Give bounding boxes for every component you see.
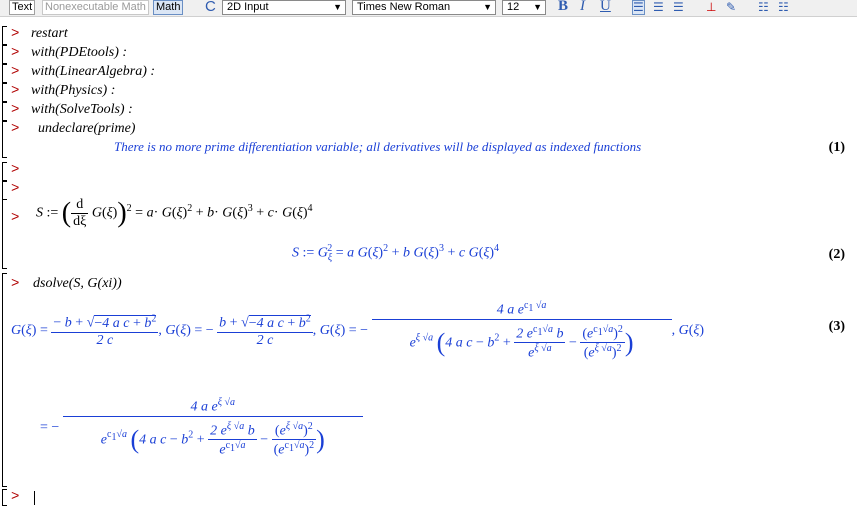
prompt: > [11,181,20,197]
align-center-icon[interactable]: ☰ [653,0,664,14]
command-dsolve[interactable]: dsolve(S, G(xi)) [33,276,122,292]
font-size-value: 12 [507,1,520,13]
execution-group-bracket[interactable] [2,162,7,181]
dsolve-output-line-2: = − 4 a eξ √a ec1√a (4 a c − b2 + 2 eξ √a… [40,397,363,459]
text-mode-button[interactable]: Text [9,0,36,15]
equation-label-1: (1) [828,140,845,155]
align-right-icon[interactable]: ☰ [673,0,684,14]
chevron-down-icon: ▼ [533,2,542,12]
command-undeclare-prime[interactable]: undeclare(prime) [38,121,135,137]
italic-button[interactable]: I [580,0,585,15]
command-with-linearalgebra[interactable]: with(LinearAlgebra) : [31,64,155,80]
execution-group-bracket[interactable] [2,102,7,121]
bold-button[interactable]: B [558,0,568,15]
text-color-icon[interactable]: ⊥ [706,0,716,14]
s-definition-input[interactable]: S := (d dξ G(ξ))2 = a· G(ξ)2 + b· G(ξ)3 +… [36,197,313,230]
underline-button[interactable]: U [600,0,611,15]
font-select[interactable]: Times New Roman ▼ [352,0,496,15]
numbered-list-icon[interactable]: ☷ [778,0,789,14]
equation-label-2: (2) [828,247,845,262]
execution-group-bracket[interactable] [2,181,7,200]
prompt: > [11,121,20,137]
execution-group-bracket[interactable] [2,83,7,102]
dsolve-output-line-1: G(ξ) = − b + √−4 a c + b2 2 c, G(ξ) = − b… [11,300,705,361]
math-mode-button[interactable]: Math [153,0,184,15]
command-with-physics[interactable]: with(Physics) : [31,83,115,99]
command-with-pdetools[interactable]: with(PDEtools) : [31,45,127,61]
bullet-list-icon[interactable]: ☷ [758,0,769,14]
font-size-select[interactable]: 12 ▼ [502,0,546,15]
input-mode-select[interactable]: 2D Input ▼ [222,0,346,15]
equation-label-3: (3) [828,319,845,334]
execution-group-bracket[interactable] [2,199,7,269]
undeclare-output-text: There is no more prime differentiation v… [114,139,642,154]
prompt: > [11,83,20,99]
prompt: > [11,102,20,118]
prompt: > [11,64,20,80]
execution-group-bracket[interactable] [2,64,7,83]
input-mode-icon: C [205,0,216,15]
s-definition-output: S := Gξ2 = a G(ξ)2 + b G(ξ)3 + c G(ξ)4 [292,243,500,264]
prompt: > [11,26,20,42]
prompt: > [11,210,20,226]
command-with-solvetools[interactable]: with(SolveTools) : [31,102,133,118]
input-mode-value: 2D Input [227,1,269,13]
command-restart[interactable]: restart [31,26,68,42]
font-value: Times New Roman [357,1,451,13]
execution-group-bracket[interactable] [2,273,7,487]
chevron-down-icon: ▼ [483,2,492,12]
format-toolbar: Text Nonexecutable Math Math C 2D Input … [0,0,857,17]
align-left-icon[interactable]: ☰ [632,0,645,15]
execution-group-bracket[interactable] [2,45,7,64]
prompt: > [11,276,20,292]
prompt: > [11,162,20,178]
highlight-icon[interactable]: ✎ [726,0,736,14]
execution-group-bracket[interactable] [2,489,7,506]
execution-group-bracket[interactable] [2,121,7,158]
execution-group-bracket[interactable] [2,26,7,45]
nonexecutable-math-button[interactable]: Nonexecutable Math [42,0,149,15]
prompt: > [11,489,20,505]
text-cursor[interactable] [34,491,35,505]
chevron-down-icon: ▼ [333,2,342,12]
prompt: > [11,45,20,61]
worksheet: > restart > with(PDEtools) : > with(Line… [0,17,857,529]
